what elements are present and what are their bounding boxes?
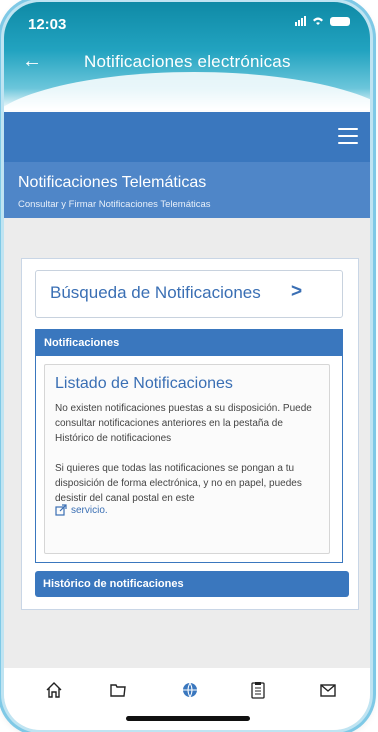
- hamburger-menu-icon[interactable]: [338, 128, 358, 144]
- nav-bar: [4, 112, 370, 162]
- home-indicator: [126, 716, 250, 721]
- bottom-tab-bar: [4, 668, 370, 730]
- phone-frame: 12:03 ← Notificaciones electrónicas Noti…: [4, 2, 370, 730]
- notifications-card: Notificaciones Listado de Notificaciones…: [35, 329, 343, 563]
- app-bar: ← Notificaciones electrónicas: [4, 48, 370, 78]
- battery-icon: [330, 16, 350, 26]
- back-arrow-icon[interactable]: ←: [22, 50, 42, 73]
- search-notifications-label: Búsqueda de Notificaciones: [50, 283, 261, 302]
- folder-icon[interactable]: [108, 680, 128, 700]
- status-icons: [295, 16, 350, 26]
- search-notifications-button[interactable]: Búsqueda de Notificaciones >: [35, 270, 343, 318]
- app-title: Notificaciones electrónicas: [84, 52, 291, 71]
- mail-icon[interactable]: [318, 680, 338, 700]
- external-link-icon: [55, 504, 67, 516]
- signal-icon: [295, 16, 306, 26]
- wifi-icon: [313, 17, 323, 25]
- notifications-list-title: Listado de Notificaciones: [55, 375, 233, 392]
- notifications-list-box: Listado de Notificaciones No existen not…: [44, 364, 330, 554]
- content-panel: Búsqueda de Notificaciones > Notificacio…: [21, 258, 359, 610]
- clipboard-icon[interactable]: [248, 680, 268, 700]
- globe-icon[interactable]: [180, 680, 200, 700]
- notifications-card-header: Notificaciones: [36, 330, 342, 356]
- postal-channel-text: Si quieres que todas las notificaciones …: [55, 463, 302, 504]
- section-subtitle: Consultar y Firmar Notificaciones Telemá…: [18, 199, 211, 210]
- chevron-right-icon: >: [291, 281, 303, 302]
- no-notifications-text: No existen notificaciones puestas a su d…: [55, 403, 312, 444]
- home-icon[interactable]: [44, 680, 64, 700]
- historico-notificaciones-tab[interactable]: Histórico de notificaciones: [35, 571, 349, 597]
- status-time: 12:03: [28, 16, 67, 33]
- servicio-link[interactable]: servicio.: [71, 505, 108, 516]
- section-title: Notificaciones Telemáticas: [18, 174, 207, 191]
- section-header: Notificaciones Telemáticas Consultar y F…: [4, 162, 370, 218]
